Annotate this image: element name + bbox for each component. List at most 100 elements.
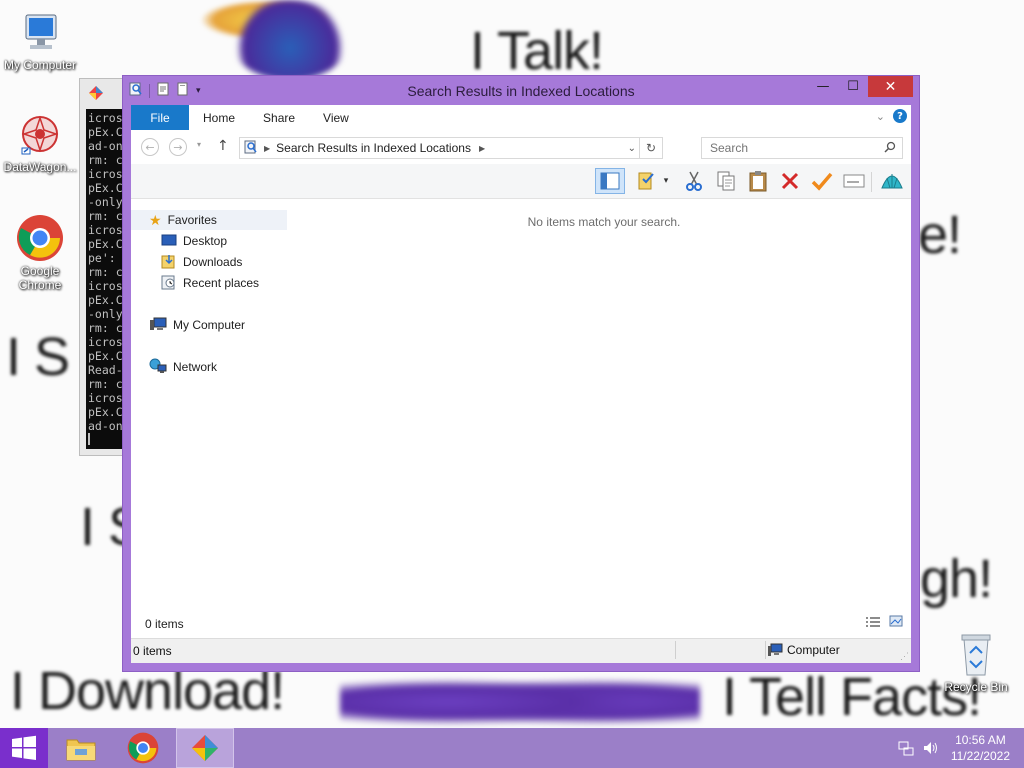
address-dropdown-icon[interactable]: ⌄ xyxy=(628,143,636,154)
nav-item-network[interactable]: Network xyxy=(149,357,217,377)
nav-item-recent-places[interactable]: Recent places xyxy=(161,273,259,293)
nav-item-label: Network xyxy=(173,360,218,374)
desktop-icon-label: DataWagon... xyxy=(3,160,77,174)
my-computer-icon xyxy=(16,8,64,56)
clipboard-icon xyxy=(749,171,767,192)
desktop-icon-datawagon[interactable]: DataWagon... xyxy=(0,110,80,174)
resize-grip[interactable]: ⋰ xyxy=(900,651,909,662)
desktop-icon-my-computer[interactable]: My Computer xyxy=(0,8,80,72)
expand-ribbon-icon[interactable]: ⌄ xyxy=(876,110,885,123)
rename-button[interactable] xyxy=(841,169,867,193)
explorer-window[interactable]: ▾ Search Results in Indexed Locations — … xyxy=(122,75,920,672)
search-icon[interactable] xyxy=(884,141,896,156)
caption-buttons: — ☐ ✕ xyxy=(808,76,913,97)
taskbar-file-explorer[interactable] xyxy=(52,728,110,768)
tab-file[interactable]: File xyxy=(131,105,189,130)
tab-share[interactable]: Share xyxy=(249,105,309,130)
system-clock[interactable]: 10:56 AM 11/22/2022 xyxy=(951,732,1010,764)
status-zone: Computer xyxy=(767,643,840,657)
select-button[interactable] xyxy=(635,169,661,193)
ribbon-right-controls: ⌄ ? xyxy=(876,109,907,123)
start-button[interactable] xyxy=(0,728,48,768)
breadcrumb-chevron-icon[interactable]: ▶ xyxy=(479,144,485,153)
search-results-icon xyxy=(244,140,258,157)
search-box[interactable] xyxy=(701,137,903,159)
window-titlebar[interactable]: ▾ Search Results in Indexed Locations — … xyxy=(123,76,919,105)
network-icon xyxy=(149,358,167,377)
tab-home[interactable]: Home xyxy=(189,105,249,130)
empty-message: No items match your search. xyxy=(527,215,681,229)
status-location: Computer xyxy=(787,643,840,657)
taskbar-chrome[interactable] xyxy=(114,728,172,768)
desktop-icon xyxy=(161,233,177,250)
address-row: ← → ▾ ↑ ▶ Search Results in Indexed Loca… xyxy=(131,132,911,164)
wallpaper-text: gh! xyxy=(920,549,993,609)
wallpaper-text: I Talk! xyxy=(470,21,604,81)
shell-button[interactable] xyxy=(879,169,905,193)
item-count: 0 items xyxy=(145,617,184,631)
volume-icon[interactable] xyxy=(922,740,940,759)
nav-item-label: My Computer xyxy=(173,318,246,332)
details-view-icon[interactable] xyxy=(865,616,881,631)
network-tray-icon[interactable] xyxy=(898,740,914,759)
window-title: Search Results in Indexed Locations xyxy=(407,83,635,99)
copy-button[interactable] xyxy=(713,169,739,193)
help-icon[interactable]: ? xyxy=(893,109,907,123)
search-input[interactable] xyxy=(708,140,882,156)
layout-icon xyxy=(600,172,620,190)
taskbar-app[interactable] xyxy=(176,728,234,768)
delete-button[interactable] xyxy=(777,169,803,193)
recent-locations-icon[interactable]: ▾ xyxy=(197,140,201,149)
app-icon xyxy=(89,86,103,100)
back-button[interactable]: ← xyxy=(141,138,159,156)
minimize-button[interactable]: — xyxy=(808,76,838,97)
chrome-icon xyxy=(127,732,159,764)
nav-item-desktop[interactable]: Desktop xyxy=(161,231,227,251)
explorer-body: File Home Share View ⌄ ? ← → ▾ ↑ ▶ Searc… xyxy=(131,105,911,663)
delete-x-icon xyxy=(781,172,799,190)
downloads-icon xyxy=(161,253,177,272)
wallpaper-character-feet xyxy=(340,672,700,728)
forward-button[interactable]: → xyxy=(169,138,187,156)
checklist-icon xyxy=(638,172,654,190)
nav-item-downloads[interactable]: Downloads xyxy=(161,252,242,272)
breadcrumb-current[interactable]: Search Results in Indexed Locations xyxy=(276,141,471,155)
navigation-pane: ★ Favorites Desktop Downloads Recent pla… xyxy=(131,199,298,607)
toolbar-divider xyxy=(871,172,872,192)
desktop-icon-recycle-bin[interactable]: Recycle Bin xyxy=(936,630,1016,694)
cut-button[interactable] xyxy=(681,169,707,193)
maximize-button[interactable]: ☐ xyxy=(838,76,868,97)
wallpaper-text: e! xyxy=(918,205,962,265)
tab-view[interactable]: View xyxy=(309,105,363,130)
close-button[interactable]: ✕ xyxy=(868,76,913,97)
paste-button[interactable] xyxy=(745,169,771,193)
nav-item-my-computer[interactable]: My Computer xyxy=(149,315,245,335)
up-button[interactable]: ↑ xyxy=(217,138,229,154)
clock-time: 10:56 AM xyxy=(955,733,1006,747)
shell-icon xyxy=(881,174,903,189)
nav-item-favorites[interactable]: ★ Favorites xyxy=(131,210,287,230)
copy-icon xyxy=(717,171,735,191)
nav-item-label: Downloads xyxy=(183,255,243,269)
file-explorer-icon xyxy=(66,739,96,761)
select-dropdown-icon[interactable]: ▾ xyxy=(659,169,673,193)
status-items: 0 items xyxy=(133,644,172,658)
preview-pane-button[interactable] xyxy=(595,168,625,194)
desktop-icon-chrome[interactable]: Google Chrome xyxy=(0,214,80,292)
refresh-icon[interactable]: ↻ xyxy=(639,138,662,158)
file-list[interactable]: No items match your search. xyxy=(297,199,911,607)
large-icons-view-icon[interactable] xyxy=(889,615,903,630)
nav-item-label: Recent places xyxy=(183,276,260,290)
desktop-icon-label: Recycle Bin xyxy=(944,680,1008,694)
breadcrumb-chevron-icon[interactable]: ▶ xyxy=(264,144,270,153)
properties-button[interactable] xyxy=(809,169,835,193)
computer-icon xyxy=(768,643,783,656)
status-bar: 0 items Computer ⋰ xyxy=(131,638,911,663)
datawagon-icon xyxy=(16,110,64,158)
address-bar[interactable]: ▶ Search Results in Indexed Locations ▶ … xyxy=(239,137,663,159)
console-cursor xyxy=(88,433,90,445)
recycle-bin-icon xyxy=(952,630,1000,678)
recent-places-icon xyxy=(161,274,177,293)
chrome-icon xyxy=(16,214,64,262)
taskbar: 10:56 AM 11/22/2022 xyxy=(0,728,1024,768)
